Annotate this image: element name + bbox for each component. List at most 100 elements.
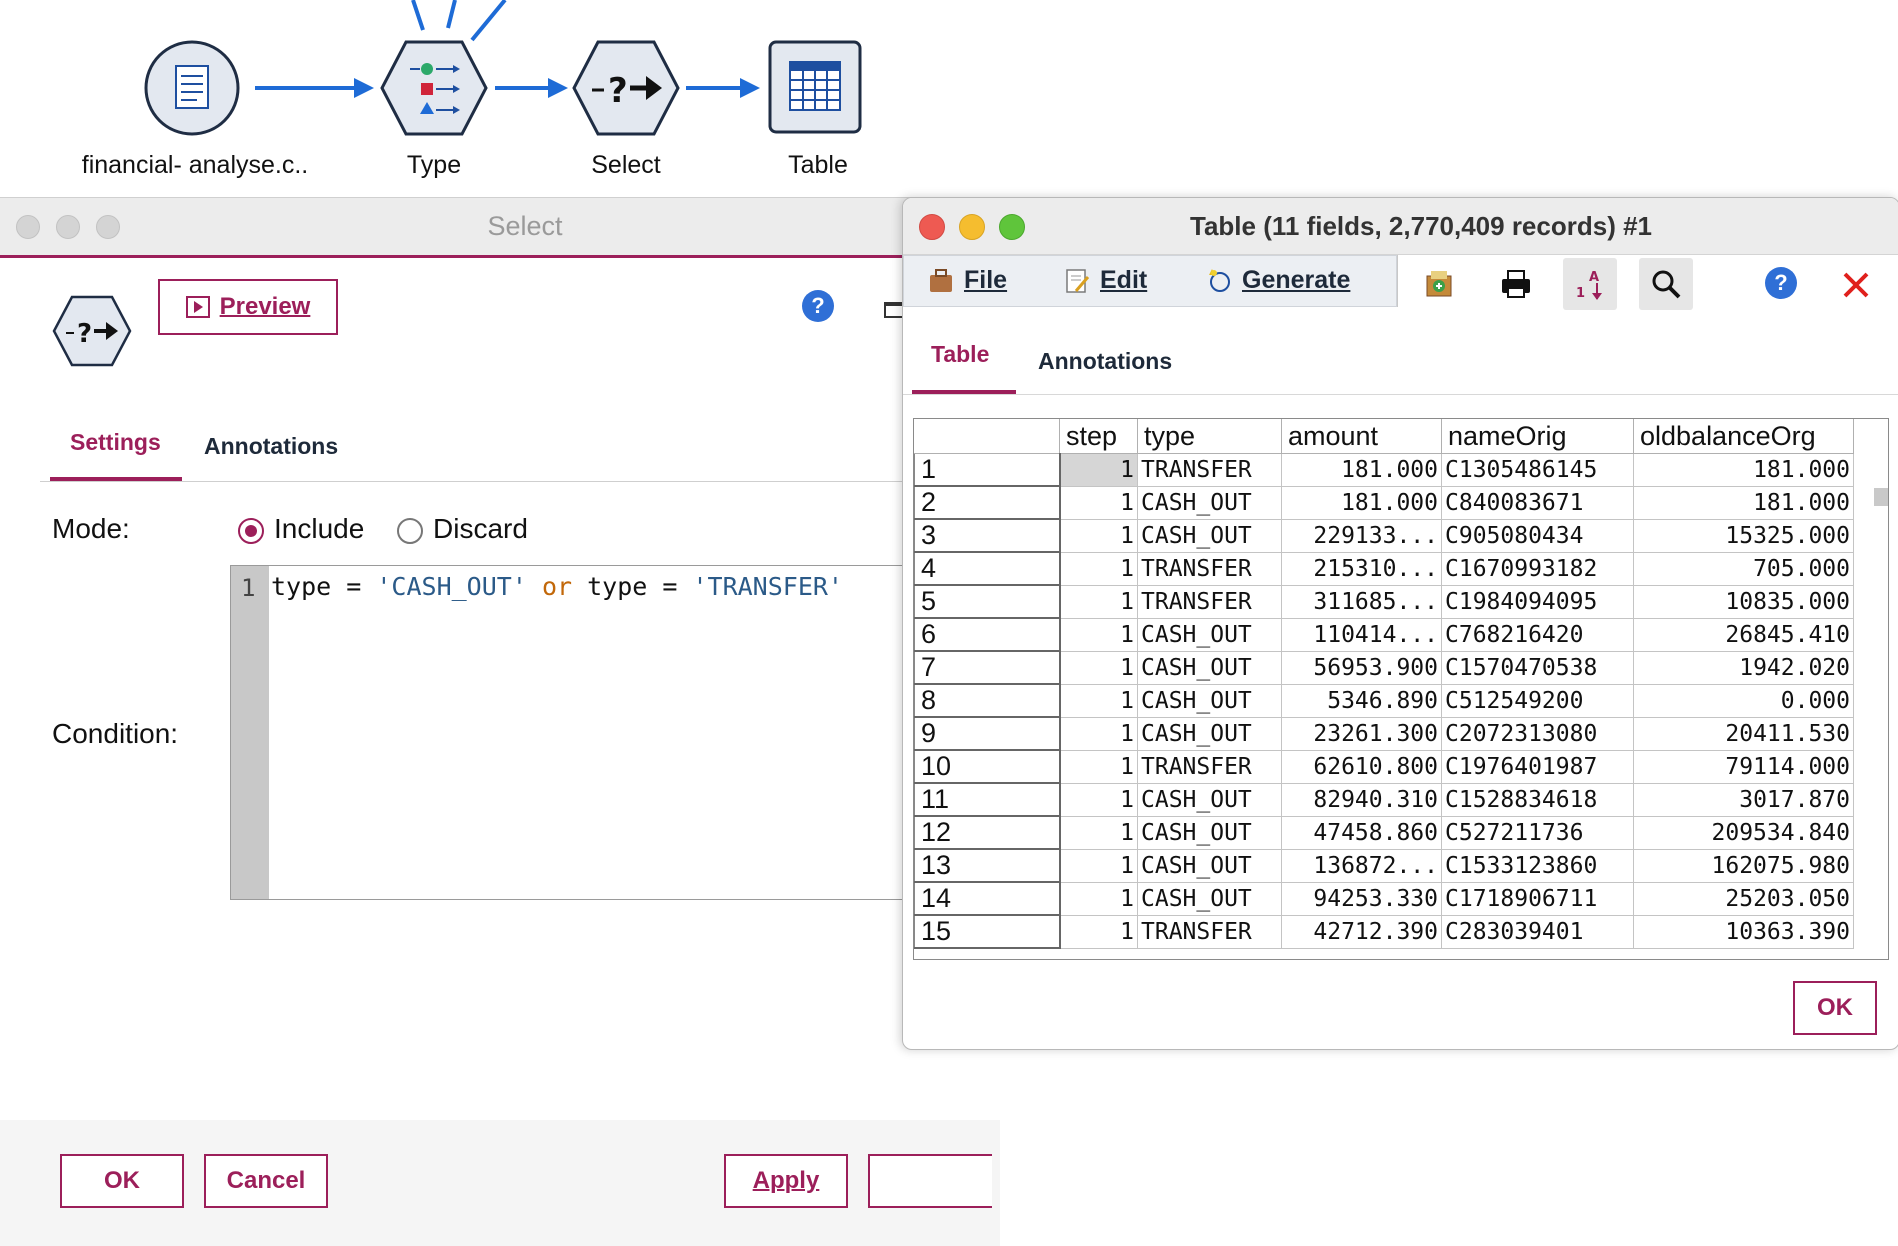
table-cell[interactable]: C2072313080: [1441, 717, 1634, 751]
table-cell[interactable]: 1: [1059, 816, 1138, 850]
reset-button[interactable]: [868, 1154, 992, 1208]
table-cell[interactable]: 0.000: [1633, 684, 1854, 718]
table-cell[interactable]: 181.000: [1633, 453, 1854, 487]
table-cell[interactable]: 181.000: [1281, 486, 1442, 520]
table-cell[interactable]: 1: [1059, 585, 1138, 619]
tab-annotations[interactable]: Annotations: [204, 433, 338, 460]
table-cell[interactable]: 705.000: [1633, 552, 1854, 586]
table-cell[interactable]: C283039401: [1441, 915, 1634, 949]
menu-file[interactable]: File: [928, 266, 1007, 295]
column-header[interactable]: type: [1137, 419, 1282, 454]
table-row[interactable]: 12 1 CASH_OUT 47458.860 C527211736 209534.840: [914, 815, 1854, 850]
cancel-button[interactable]: Cancel: [204, 1154, 328, 1208]
type-node-icon[interactable]: [380, 40, 488, 136]
help-icon[interactable]: ?: [802, 290, 834, 322]
row-number[interactable]: 10: [914, 749, 1061, 784]
include-radio[interactable]: [238, 518, 264, 544]
table-row[interactable]: 3 1 CASH_OUT 229133... C905080434 15325.000: [914, 518, 1854, 553]
row-number[interactable]: 9: [914, 716, 1061, 751]
table-cell[interactable]: 10835.000: [1633, 585, 1854, 619]
table-cell[interactable]: 56953.900: [1281, 651, 1442, 685]
row-number[interactable]: 14: [914, 881, 1061, 916]
table-row[interactable]: 13 1 CASH_OUT 136872... C1533123860 162075.98…: [914, 848, 1854, 883]
row-number[interactable]: 7: [914, 650, 1061, 685]
table-row[interactable]: 7 1 CASH_OUT 56953.900 C1570470538 1942.020: [914, 650, 1854, 685]
menu-generate[interactable]: Generate: [1206, 266, 1350, 295]
close-icon[interactable]: [1841, 270, 1871, 300]
table-row[interactable]: 11 1 CASH_OUT 82940.310 C1528834618 3017.870: [914, 782, 1854, 817]
table-cell[interactable]: 26845.410: [1633, 618, 1854, 652]
table-row[interactable]: 14 1 CASH_OUT 94253.330 C1718906711 25203.050: [914, 881, 1854, 916]
table-cell[interactable]: 1: [1059, 750, 1138, 784]
table-cell[interactable]: 311685...: [1281, 585, 1442, 619]
table-cell[interactable]: C1984094095: [1441, 585, 1634, 619]
table-cell[interactable]: 15325.000: [1633, 519, 1854, 553]
table-cell[interactable]: CASH_OUT: [1137, 651, 1282, 685]
table-cell[interactable]: 1: [1059, 717, 1138, 751]
table-cell[interactable]: 1: [1059, 618, 1138, 652]
select-node-icon[interactable]: ?: [572, 40, 680, 136]
table-row[interactable]: 6 1 CASH_OUT 110414... C768216420 26845.410: [914, 617, 1854, 652]
column-header[interactable]: step: [1059, 419, 1138, 454]
table-row[interactable]: 1 1 TRANSFER 181.000 C1305486145 181.000: [914, 453, 1854, 487]
row-number[interactable]: 4: [914, 551, 1061, 586]
table-cell[interactable]: 62610.800: [1281, 750, 1442, 784]
table-row[interactable]: 4 1 TRANSFER 215310... C1670993182 705.000: [914, 551, 1854, 586]
table-row[interactable]: 10 1 TRANSFER 62610.800 C1976401987 79114.000: [914, 749, 1854, 784]
table-cell[interactable]: 79114.000: [1633, 750, 1854, 784]
table-cell[interactable]: 136872...: [1281, 849, 1442, 883]
table-cell[interactable]: TRANSFER: [1137, 585, 1282, 619]
tab-annotations[interactable]: Annotations: [1038, 348, 1172, 375]
table-cell[interactable]: C840083671: [1441, 486, 1634, 520]
menu-edit[interactable]: Edit: [1064, 266, 1147, 295]
row-number[interactable]: 5: [914, 584, 1061, 619]
table-cell[interactable]: TRANSFER: [1137, 552, 1282, 586]
table-row[interactable]: 8 1 CASH_OUT 5346.890 C512549200 0.000: [914, 683, 1854, 718]
apply-button[interactable]: Apply: [724, 1154, 848, 1208]
table-cell[interactable]: 20411.530: [1633, 717, 1854, 751]
table-cell[interactable]: CASH_OUT: [1137, 717, 1282, 751]
row-number[interactable]: 8: [914, 683, 1061, 718]
table-row[interactable]: 9 1 CASH_OUT 23261.300 C2072313080 20411.530: [914, 716, 1854, 751]
source-file-icon[interactable]: [142, 38, 242, 138]
row-number[interactable]: 13: [914, 848, 1061, 883]
table-cell[interactable]: CASH_OUT: [1137, 783, 1282, 817]
row-number[interactable]: 3: [914, 518, 1061, 553]
table-cell[interactable]: 110414...: [1281, 618, 1442, 652]
export-button[interactable]: [1413, 258, 1467, 310]
print-button[interactable]: [1489, 258, 1543, 310]
row-number[interactable]: 11: [914, 782, 1061, 817]
column-header[interactable]: nameOrig: [1441, 419, 1634, 454]
discard-radio[interactable]: [397, 518, 423, 544]
table-cell[interactable]: 1942.020: [1633, 651, 1854, 685]
table-cell[interactable]: CASH_OUT: [1137, 519, 1282, 553]
ok-button[interactable]: OK: [1793, 981, 1877, 1035]
table-cell[interactable]: 181.000: [1281, 453, 1442, 487]
discard-label[interactable]: Discard: [433, 513, 528, 545]
row-number[interactable]: 12: [914, 815, 1061, 850]
table-cell[interactable]: 181.000: [1633, 486, 1854, 520]
table-cell[interactable]: 215310...: [1281, 552, 1442, 586]
table-cell[interactable]: 3017.870: [1633, 783, 1854, 817]
table-cell[interactable]: 229133...: [1281, 519, 1442, 553]
table-cell[interactable]: C1533123860: [1441, 849, 1634, 883]
column-header[interactable]: [914, 419, 1060, 454]
table-row[interactable]: 15 1 TRANSFER 42712.390 C283039401 10363.390: [914, 914, 1854, 949]
table-cell[interactable]: 25203.050: [1633, 882, 1854, 916]
column-header[interactable]: oldbalanceOrg: [1633, 419, 1854, 454]
table-cell[interactable]: C768216420: [1441, 618, 1634, 652]
table-cell[interactable]: C512549200: [1441, 684, 1634, 718]
table-cell[interactable]: 1: [1059, 453, 1138, 487]
condition-code[interactable]: type = 'CASH_OUT' or type = 'TRANSFER': [271, 572, 843, 601]
tab-settings[interactable]: Settings: [70, 429, 161, 456]
table-cell[interactable]: CASH_OUT: [1137, 882, 1282, 916]
row-number[interactable]: 6: [914, 617, 1061, 652]
column-header[interactable]: amount: [1281, 419, 1442, 454]
table-cell[interactable]: 1: [1059, 684, 1138, 718]
table-cell[interactable]: CASH_OUT: [1137, 684, 1282, 718]
table-cell[interactable]: C527211736: [1441, 816, 1634, 850]
preview-button[interactable]: Preview: [158, 279, 338, 335]
table-cell[interactable]: 47458.860: [1281, 816, 1442, 850]
vertical-scrollbar[interactable]: [1874, 488, 1888, 506]
table-cell[interactable]: 1: [1059, 783, 1138, 817]
